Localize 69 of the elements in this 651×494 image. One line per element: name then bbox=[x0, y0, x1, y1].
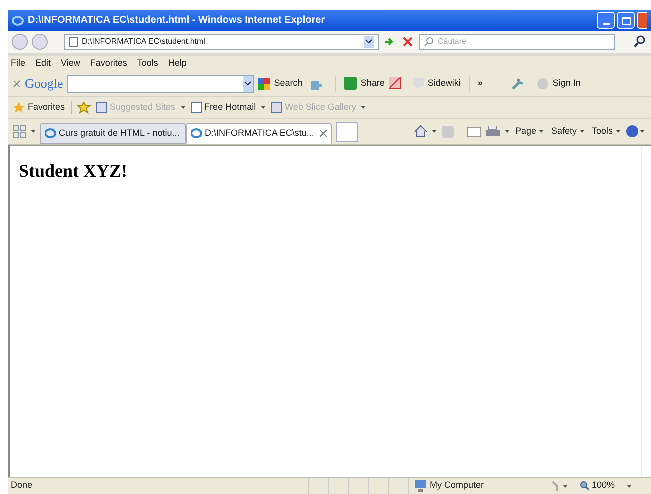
menu-item[interactable]: Help bbox=[168, 56, 187, 70]
caret-icon[interactable] bbox=[432, 130, 438, 133]
tab[interactable]: Curs gratuit de HTML - notiu... bbox=[40, 123, 186, 144]
maximize-button[interactable] bbox=[617, 12, 635, 29]
printer-icon[interactable] bbox=[486, 126, 500, 138]
browser-logo-icon bbox=[191, 128, 202, 139]
close-button[interactable] bbox=[637, 12, 647, 29]
star-icon bbox=[13, 102, 25, 114]
search-button[interactable]: Search bbox=[274, 76, 303, 90]
add-favorite-icon[interactable] bbox=[77, 102, 92, 114]
zone-text: My Computer bbox=[430, 479, 484, 492]
page-icon bbox=[271, 102, 282, 113]
menu-item[interactable]: Favorites bbox=[90, 56, 128, 70]
browser-logo-icon bbox=[45, 128, 56, 139]
menu-item[interactable]: File bbox=[11, 56, 26, 70]
tab[interactable]: D:\INFORMATICA EC\stu... bbox=[186, 123, 332, 144]
address-text: D:\INFORMATICA EC\student.html bbox=[82, 36, 206, 48]
caret-icon[interactable] bbox=[616, 130, 621, 133]
dropdown-icon[interactable] bbox=[364, 36, 374, 48]
address-field[interactable]: D:\INFORMATICA EC\student.html bbox=[64, 34, 379, 50]
search-field[interactable]: Căutare bbox=[419, 34, 615, 50]
menu-item[interactable]: View bbox=[61, 56, 80, 70]
stop-icon[interactable] bbox=[401, 35, 415, 49]
caret-icon[interactable] bbox=[361, 106, 366, 109]
help-icon[interactable] bbox=[626, 125, 646, 138]
browser-logo-icon bbox=[12, 14, 24, 26]
computer-icon bbox=[415, 480, 426, 492]
more-button[interactable]: » bbox=[478, 76, 483, 90]
share-button[interactable]: Share bbox=[360, 76, 385, 90]
sign-in-button[interactable]: Sign In bbox=[552, 76, 581, 90]
window-title: D:\INFORMATICA EC\student.html - Windows Internet Explorer bbox=[28, 14, 326, 28]
caret-icon[interactable] bbox=[627, 484, 632, 488]
sidewiki-button[interactable]: Sidewiki bbox=[428, 76, 461, 90]
minimize-button[interactable] bbox=[597, 12, 615, 29]
page-icon bbox=[69, 37, 78, 47]
favorites-button[interactable]: Favorites bbox=[13, 100, 72, 114]
share-icon bbox=[344, 77, 357, 90]
magnifier-icon bbox=[580, 481, 590, 491]
menu-item[interactable]: Tools bbox=[137, 56, 158, 70]
zoom-level[interactable]: 100% bbox=[592, 479, 616, 493]
page-icon bbox=[190, 102, 202, 113]
page-heading: Student XYZ! bbox=[19, 160, 129, 183]
caret-icon[interactable] bbox=[505, 130, 510, 133]
user-icon bbox=[536, 78, 549, 90]
search-button-icon[interactable] bbox=[633, 35, 647, 49]
caret-icon[interactable] bbox=[31, 130, 36, 133]
page-icon bbox=[96, 102, 108, 113]
tab-label: D:\INFORMATICA EC\stu... bbox=[205, 126, 314, 140]
close-icon[interactable] bbox=[13, 80, 21, 88]
tab-label: Curs gratuit de HTML - notiu... bbox=[59, 126, 180, 140]
command-button[interactable]: Tools bbox=[592, 124, 621, 138]
caret-icon[interactable] bbox=[580, 130, 585, 133]
favorites-link[interactable]: Free Hotmail bbox=[190, 100, 256, 114]
caret-icon[interactable] bbox=[261, 106, 266, 109]
close-icon[interactable] bbox=[320, 130, 327, 137]
search-input[interactable]: Căutare bbox=[438, 36, 588, 48]
command-button[interactable]: Safety bbox=[551, 124, 585, 138]
google-search-field[interactable] bbox=[67, 74, 254, 92]
new-tab-button[interactable] bbox=[336, 122, 358, 142]
caret-icon[interactable] bbox=[539, 130, 544, 133]
menu-item[interactable]: Edit bbox=[36, 56, 52, 70]
google-logo: Google bbox=[25, 74, 64, 93]
caret-icon[interactable] bbox=[180, 106, 186, 109]
google-icon bbox=[258, 78, 270, 90]
command-button[interactable]: Page bbox=[515, 124, 544, 138]
home-icon[interactable] bbox=[414, 125, 428, 138]
search-icon bbox=[424, 37, 434, 47]
status-text: Done bbox=[10, 479, 34, 492]
dropdown-icon[interactable] bbox=[243, 76, 254, 92]
